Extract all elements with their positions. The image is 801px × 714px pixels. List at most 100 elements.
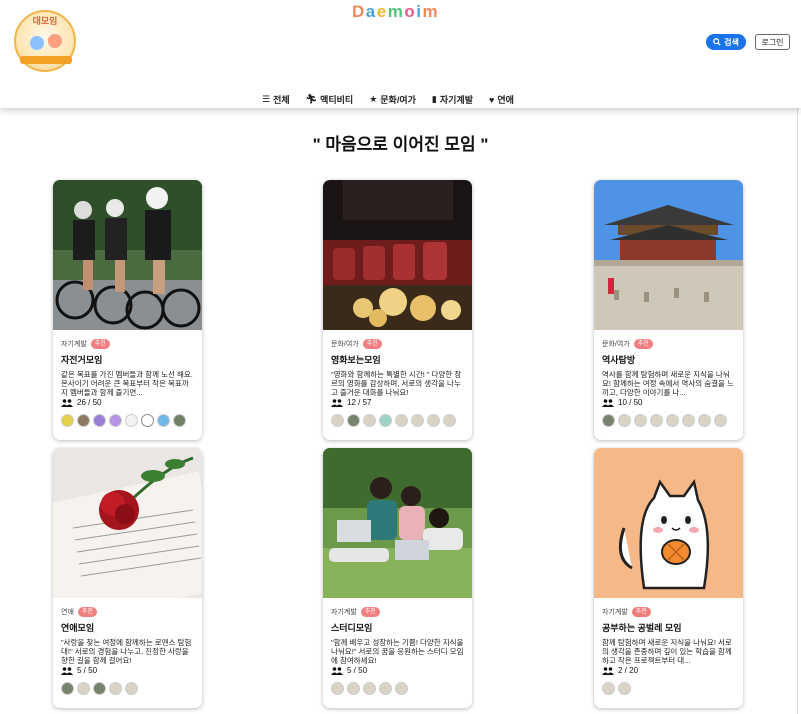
heart-icon: ♥ [488,94,495,105]
logo-figure-icon [30,36,44,50]
avatar[interactable] [427,414,440,427]
member-count-text: 10 / 50 [618,398,643,407]
member-avatars [61,682,194,695]
nav-item-self-development[interactable]: ▮ 자기계발 [432,93,473,106]
avatar[interactable] [682,414,695,427]
avatar[interactable] [347,682,360,695]
card-description: "함께 배우고 성장하는 기쁨! 다양한 지식을 나눠요!" 서로의 꿈을 응원… [331,638,464,665]
avatar[interactable] [618,682,631,695]
card-category: 문화/여가 [602,341,630,348]
avatar[interactable] [157,414,170,427]
recommend-badge: 추천 [77,607,97,617]
member-avatars [602,414,735,427]
avatar[interactable] [379,414,392,427]
avatar[interactable] [650,414,663,427]
card-category: 자기계발 [602,609,628,616]
avatar[interactable] [61,414,74,427]
nav-item-label: 액티비티 [320,95,354,105]
avatar[interactable] [443,414,456,427]
avatar[interactable] [141,414,154,427]
card-thumbnail [323,180,472,330]
member-count: 26 / 50 [61,398,194,407]
people-icon [331,666,343,675]
avatar[interactable] [395,682,408,695]
recommend-badge: 추천 [633,339,653,349]
login-button[interactable]: 로그인 [755,34,790,50]
avatar[interactable] [411,414,424,427]
avatar[interactable] [93,414,106,427]
site-logo[interactable]: 대모임 [14,10,76,72]
avatar[interactable] [634,414,647,427]
member-count-text: 12 / 57 [347,398,372,407]
avatar[interactable] [602,414,615,427]
avatar[interactable] [173,414,186,427]
brand-letter: m [422,2,439,21]
nav-item-all[interactable]: ☰ 전체 [262,93,290,106]
card-title: 역사탐방 [602,355,636,365]
avatar[interactable] [714,414,727,427]
avatar[interactable] [61,682,74,695]
avatar[interactable] [666,414,679,427]
member-avatars [602,682,735,695]
search-button-label: 검색 [724,37,739,47]
member-count-text: 5 / 50 [347,666,368,675]
avatar[interactable] [347,414,360,427]
card-title: 영화보는모임 [331,355,381,365]
member-avatars [331,414,464,427]
nav-item-label: 자기계발 [439,95,473,105]
people-icon [61,666,73,675]
member-count: 2 / 20 [602,666,735,675]
nav-item-label: 연애 [497,95,514,105]
scrollbar-track[interactable] [797,108,798,714]
member-avatars [331,682,464,695]
group-card-dating[interactable]: 연애 추천 연애모임 "사랑을 찾는 여정에 함께하는 로맨스 탐험대!" 서로… [53,448,202,708]
avatar[interactable] [363,682,376,695]
nav-item-culture[interactable]: ★ 문화/여가 [369,93,416,106]
recommend-badge: 추천 [631,607,651,617]
logo-ribbon [20,56,72,64]
people-icon [602,398,614,407]
avatar[interactable] [618,414,631,427]
nav-item-activity[interactable]: 🏃︎ 액티비티 [306,93,354,106]
group-card-cycling[interactable]: 자기계발 추천 자전거모임 같은 목표를 가진 멤버들과 함께 노선 해요. 온… [53,180,202,440]
avatar[interactable] [77,682,90,695]
nav-item-dating[interactable]: ♥ 연애 [489,93,514,106]
card-thumbnail [53,180,202,330]
avatar[interactable] [331,414,344,427]
card-category: 자기계발 [331,609,357,616]
avatar[interactable] [698,414,711,427]
avatar[interactable] [602,682,615,695]
book-icon: ▮ [431,94,437,104]
search-button[interactable]: 검색 [706,34,746,50]
group-card-history[interactable]: 문화/여가 추천 역사탐방 역사를 함께 탐험하며 새로운 지식을 나눠요! 함… [594,180,743,440]
card-title: 자전거모임 [61,355,103,365]
people-icon [602,666,614,675]
member-count-text: 5 / 50 [77,666,98,675]
card-thumbnail [594,448,743,598]
brand-wordmark[interactable]: Daemoim [352,2,438,22]
nav-item-label: 문화/여가 [380,95,416,105]
avatar[interactable] [77,414,90,427]
avatar[interactable] [125,682,138,695]
avatar[interactable] [125,414,138,427]
brand-letter: a [365,2,376,21]
avatar[interactable] [363,414,376,427]
card-description: 같은 목표를 가진 멤버들과 함께 노선 해요. 온사이기 어려운 큰 목표부터… [61,370,193,397]
card-category: 연애 [61,609,74,616]
avatar[interactable] [395,414,408,427]
member-count: 5 / 50 [331,666,464,675]
group-card-movie[interactable]: 문화/여가 추천 영화보는모임 "영화와 함께하는 특별한 시간! " 다양한 … [323,180,472,440]
avatar[interactable] [331,682,344,695]
avatar[interactable] [109,682,122,695]
avatar[interactable] [379,682,392,695]
group-card-pillbug-study[interactable]: 자기계발 추천 공부하는 공벌레 모임 함께 탐험하며 새로운 지식을 나눠요!… [594,448,743,708]
card-thumbnail [594,180,743,330]
search-icon [713,38,721,46]
running-icon: 🏃︎ [305,94,318,104]
avatar[interactable] [93,682,106,695]
card-title: 공부하는 공벌레 모임 [602,623,682,633]
avatar[interactable] [109,414,122,427]
brand-letter: e [376,2,387,21]
group-card-study[interactable]: 자기계발 추천 스터디모임 "함께 배우고 성장하는 기쁨! 다양한 지식을 나… [323,448,472,708]
member-count-text: 2 / 20 [618,666,639,675]
